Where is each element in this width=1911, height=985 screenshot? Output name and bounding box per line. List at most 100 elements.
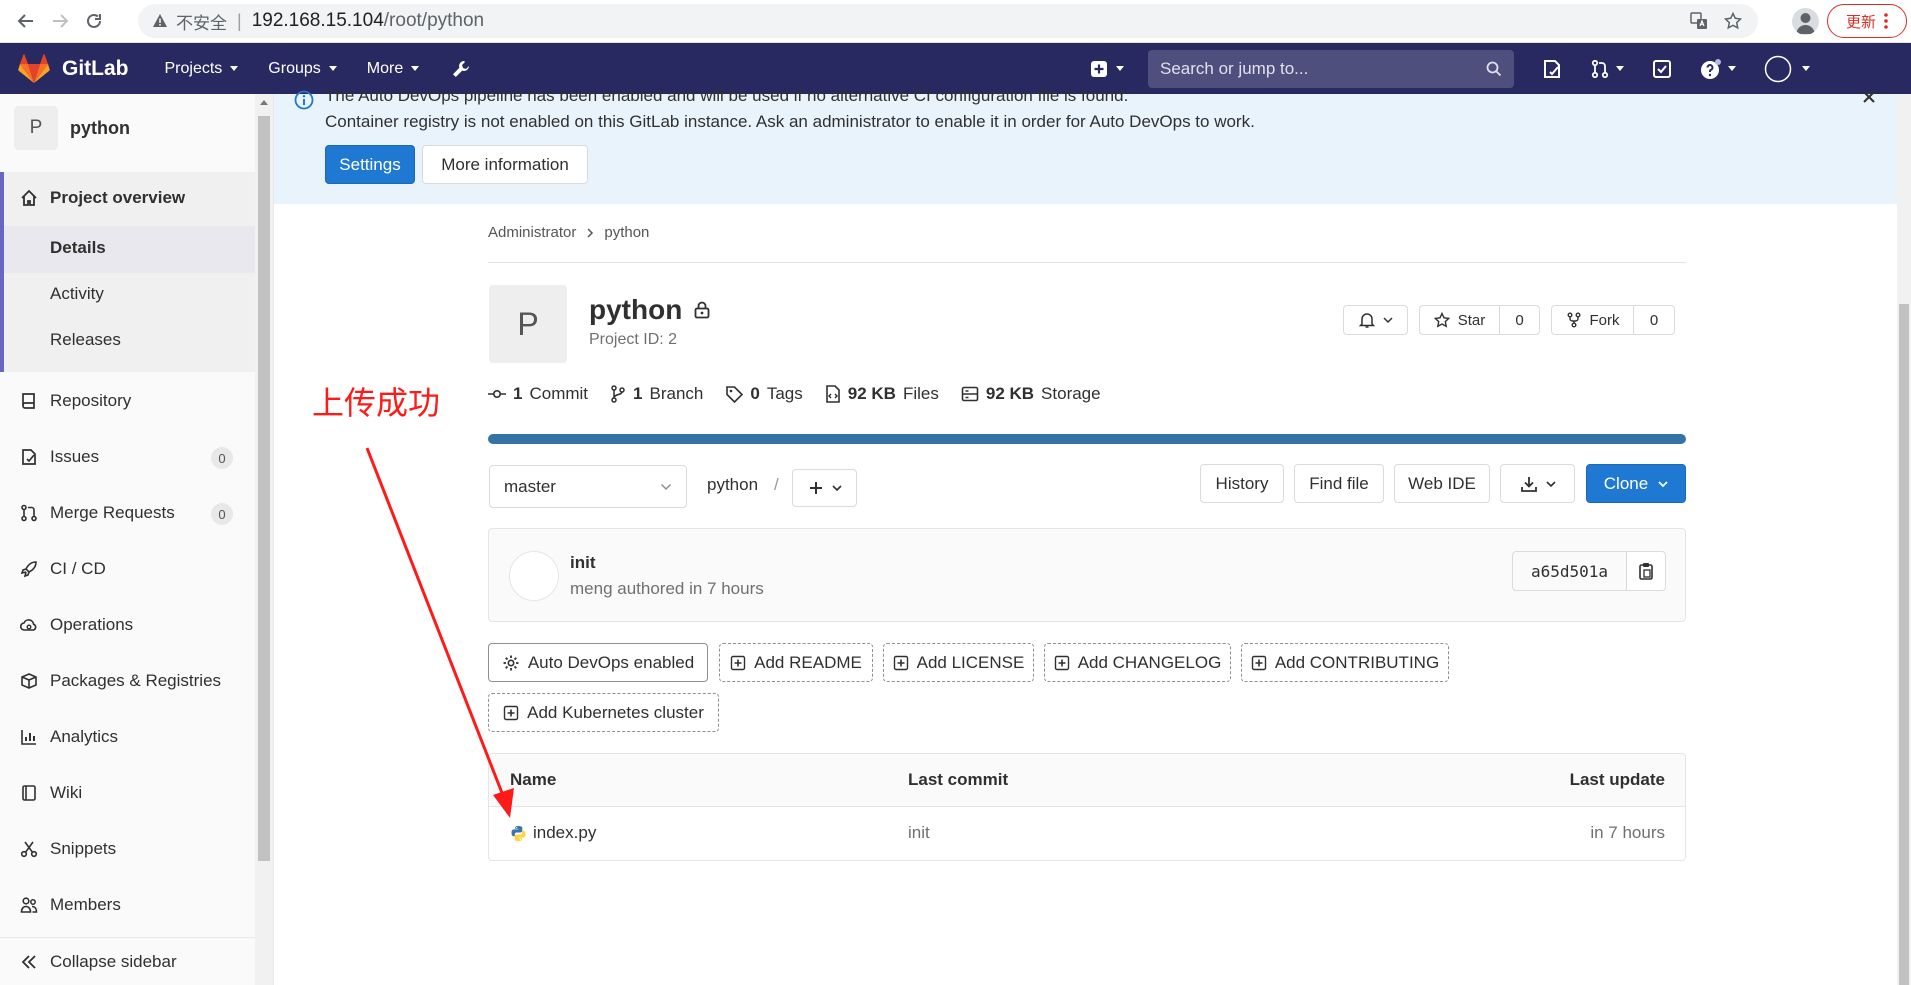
history-button[interactable]: History bbox=[1200, 464, 1284, 503]
storage-stat[interactable]: 92 KB Storage bbox=[961, 384, 1101, 404]
add-changelog-button[interactable]: Add CHANGELOG bbox=[1044, 643, 1231, 682]
star-button[interactable]: Star bbox=[1419, 305, 1500, 335]
navbar-right: Search or jump to... bbox=[1090, 43, 1810, 94]
repository-language-bar[interactable] bbox=[488, 434, 1686, 444]
page-scroll-thumb[interactable] bbox=[1899, 304, 1909, 985]
sidebar-item-releases[interactable]: Releases bbox=[50, 330, 121, 350]
forward-icon[interactable] bbox=[45, 6, 75, 36]
more-information-button[interactable]: More information bbox=[422, 145, 588, 184]
column-last-commit: Last commit bbox=[908, 770, 1009, 789]
column-name: Name bbox=[510, 770, 557, 789]
sidebar-item-issues[interactable]: Issues bbox=[20, 447, 99, 467]
tag-icon bbox=[726, 386, 744, 403]
groups-menu[interactable]: Groups bbox=[268, 60, 337, 78]
sidebar-item-operations[interactable]: Operations bbox=[20, 615, 133, 635]
add-readme-button[interactable]: Add README bbox=[719, 643, 873, 682]
translate-icon[interactable] bbox=[1690, 12, 1708, 30]
file-last-commit[interactable]: init bbox=[908, 823, 930, 843]
commits-stat[interactable]: 1 Commit bbox=[488, 384, 588, 404]
collapse-sidebar-button[interactable]: Collapse sidebar bbox=[0, 937, 255, 985]
bookmark-star-icon[interactable] bbox=[1724, 12, 1742, 30]
web-ide-button[interactable]: Web IDE bbox=[1394, 464, 1490, 503]
merge-requests-dropdown[interactable] bbox=[1590, 59, 1624, 79]
table-row[interactable]: index.py init in 7 hours bbox=[489, 807, 1685, 860]
sidebar-project-link[interactable]: P python bbox=[14, 106, 130, 150]
sidebar-item-repository[interactable]: Repository bbox=[20, 391, 131, 411]
add-license-button[interactable]: Add LICENSE bbox=[883, 643, 1034, 682]
add-changelog-label: Add CHANGELOG bbox=[1077, 652, 1222, 672]
notification-dropdown[interactable] bbox=[1343, 305, 1408, 335]
sidebar-item-wiki[interactable]: Wiki bbox=[20, 783, 82, 803]
breadcrumb-administrator[interactable]: Administrator bbox=[488, 224, 576, 241]
clone-dropdown[interactable]: Clone bbox=[1586, 464, 1686, 503]
sidebar-item-label: Members bbox=[50, 895, 121, 914]
page-scrollbar[interactable] bbox=[1897, 94, 1911, 985]
file-name-cell[interactable]: index.py bbox=[510, 823, 596, 843]
sidebar-item-details[interactable]: Details bbox=[50, 238, 106, 258]
sidebar-item-snippets[interactable]: Snippets bbox=[20, 839, 116, 859]
back-icon[interactable] bbox=[11, 6, 41, 36]
auto-devops-alert: The Auto DevOps pipeline has been enable… bbox=[274, 86, 1897, 204]
branch-select[interactable]: master bbox=[489, 465, 687, 508]
fork-button[interactable]: Fork bbox=[1551, 305, 1634, 335]
tags-stat[interactable]: 0 Tags bbox=[725, 384, 803, 404]
close-icon[interactable] bbox=[1862, 90, 1876, 104]
sidebar-item-ci-cd[interactable]: CI / CD bbox=[20, 559, 106, 579]
address-bar[interactable]: 不安全 | 192.168.15.104 /root/python bbox=[138, 4, 1758, 38]
sidebar-scrollbar[interactable] bbox=[255, 94, 273, 985]
plus-square-icon bbox=[1251, 655, 1267, 670]
sidebar-item-members[interactable]: Members bbox=[20, 895, 121, 915]
sidebar-item-label: Project overview bbox=[50, 188, 186, 207]
add-contributing-label: Add CONTRIBUTING bbox=[1274, 652, 1440, 672]
help-dropdown[interactable] bbox=[1700, 58, 1736, 80]
sidebar-scroll-thumb[interactable] bbox=[258, 116, 270, 861]
branches-stat[interactable]: 1 Branch bbox=[610, 384, 703, 404]
chevron-down-icon bbox=[1728, 66, 1736, 71]
sidebar-item-label: Analytics bbox=[50, 727, 119, 746]
issues-icon[interactable] bbox=[1542, 59, 1562, 79]
search-input[interactable]: Search or jump to... bbox=[1148, 49, 1514, 88]
file-name[interactable]: index.py bbox=[533, 823, 596, 843]
user-avatar-icon bbox=[1764, 55, 1792, 82]
browser-update-button[interactable]: 更新 bbox=[1827, 4, 1907, 38]
reload-icon[interactable] bbox=[79, 6, 109, 36]
scroll-up-arrow-icon[interactable] bbox=[260, 100, 268, 105]
table-header: Name Last commit Last update bbox=[489, 754, 1685, 807]
sidebar-item-merge-requests[interactable]: Merge Requests bbox=[20, 503, 175, 523]
chevron-down-icon bbox=[411, 66, 420, 71]
more-menu[interactable]: More bbox=[367, 60, 420, 78]
breadcrumb-python[interactable]: python bbox=[604, 224, 649, 241]
sidebar-item-analytics[interactable]: Analytics bbox=[20, 727, 118, 747]
commit-title[interactable]: init bbox=[570, 553, 596, 573]
commits-label: Commit bbox=[529, 384, 589, 403]
new-item-dropdown[interactable] bbox=[1090, 60, 1124, 78]
lock-icon bbox=[694, 301, 710, 319]
repo-path[interactable]: python bbox=[707, 475, 758, 495]
star-count[interactable]: 0 bbox=[1499, 305, 1540, 335]
find-file-button[interactable]: Find file bbox=[1294, 464, 1384, 503]
sidebar-project-name: python bbox=[70, 117, 130, 138]
download-dropdown[interactable] bbox=[1500, 464, 1575, 503]
double-chevron-left-icon bbox=[21, 954, 36, 969]
sidebar-item-project-overview[interactable]: Project overview bbox=[20, 188, 185, 208]
settings-button[interactable]: Settings bbox=[325, 145, 415, 184]
fork-count[interactable]: 0 bbox=[1633, 305, 1675, 335]
browser-profile-icon[interactable] bbox=[1792, 8, 1819, 35]
files-label: Files bbox=[902, 384, 939, 403]
add-to-tree-dropdown[interactable] bbox=[792, 469, 857, 507]
sidebar-item-activity[interactable]: Activity bbox=[50, 284, 104, 304]
author-avatar[interactable] bbox=[509, 551, 559, 601]
add-contributing-button[interactable]: Add CONTRIBUTING bbox=[1241, 643, 1449, 682]
gitlab-home-link[interactable]: GitLab bbox=[18, 53, 129, 84]
files-stat[interactable]: 92 KB Files bbox=[825, 384, 939, 404]
copy-sha-button[interactable] bbox=[1626, 551, 1666, 591]
todo-icon[interactable] bbox=[1652, 59, 1672, 79]
sidebar-item-packages-registries[interactable]: Packages & Registries bbox=[20, 671, 221, 691]
breadcrumb: Administrator python bbox=[488, 224, 649, 241]
auto-devops-enabled-button[interactable]: Auto DevOps enabled bbox=[488, 643, 708, 682]
add-kubernetes-cluster-button[interactable]: Add Kubernetes cluster bbox=[488, 693, 719, 732]
projects-menu[interactable]: Projects bbox=[165, 60, 239, 78]
user-menu[interactable] bbox=[1764, 55, 1810, 83]
admin-wrench-icon[interactable] bbox=[451, 59, 471, 79]
commit-sha[interactable]: a65d501a bbox=[1512, 551, 1627, 591]
